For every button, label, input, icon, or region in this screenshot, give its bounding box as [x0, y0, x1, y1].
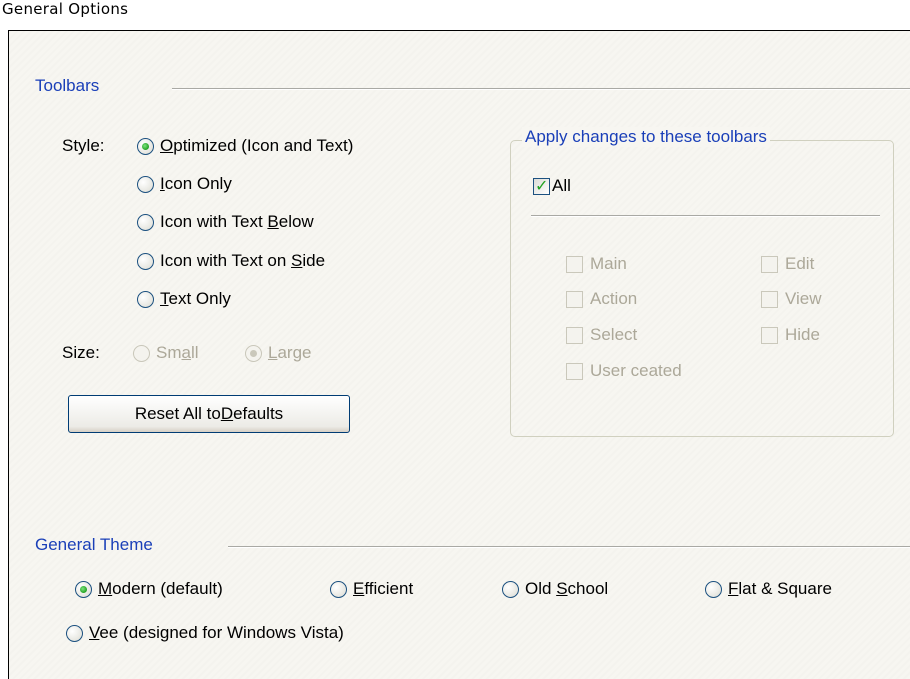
label-text: ext Only: [168, 289, 231, 308]
radio-icon[interactable]: [133, 344, 150, 362]
toolbars-divider: [172, 88, 910, 90]
label-text: ide: [302, 251, 326, 270]
label-text: chool: [567, 579, 609, 598]
access-key: B: [267, 212, 279, 231]
label-text: lat & Square: [738, 579, 832, 598]
style-option-label: Icon with Text on Side: [160, 251, 325, 271]
access-key: a: [181, 343, 191, 362]
window-title: General Options: [2, 0, 129, 18]
checkbox-icon[interactable]: [533, 176, 550, 195]
style-option-label: Optimized (Icon and Text): [160, 136, 353, 156]
style-option-label: Text Only: [160, 289, 231, 309]
checkbox-label: Hide: [785, 325, 820, 344]
checkbox-label: Main: [590, 254, 627, 273]
theme-option-label: Modern (default): [98, 579, 223, 599]
radio-icon[interactable]: [137, 213, 154, 231]
apply-group-title: Apply changes to these toolbars: [522, 127, 770, 147]
radio-icon[interactable]: [245, 344, 262, 362]
style-label: Style:: [62, 136, 105, 155]
size-option-large[interactable]: Large: [245, 343, 312, 363]
label-text: ee (designed for Windows Vista): [99, 623, 344, 642]
label-text: Old: [525, 579, 557, 598]
access-key: D: [220, 404, 234, 423]
access-key: V: [89, 623, 100, 642]
theme-option-label: Vee (designed for Windows Vista): [89, 623, 344, 643]
apply-group-divider: [531, 215, 880, 217]
access-key: S: [291, 251, 303, 270]
theme-option-vee[interactable]: Vee (designed for Windows Vista): [66, 623, 344, 643]
style-option-label: Icon Only: [160, 174, 232, 194]
label-text: Icon with Text: [160, 212, 268, 231]
checkbox-select[interactable]: Select: [566, 325, 637, 345]
size-option-small[interactable]: Small: [133, 343, 199, 363]
reset-defaults-button[interactable]: Reset All to Defaults: [68, 395, 350, 433]
theme-option-label: Efficient: [353, 579, 413, 599]
access-key: T: [160, 289, 169, 308]
label-text: odern (default): [112, 579, 223, 598]
checkbox-icon[interactable]: [566, 255, 583, 273]
checkbox-user-created[interactable]: User ceated: [566, 361, 682, 381]
checkbox-view[interactable]: View: [761, 289, 822, 309]
label-text: con Only: [164, 174, 232, 193]
theme-section-label: General Theme: [35, 535, 153, 554]
access-key: E: [353, 579, 365, 598]
radio-icon[interactable]: [705, 580, 722, 598]
size-large-label: Large: [268, 343, 312, 363]
checkbox-all[interactable]: All: [533, 176, 571, 196]
label-text: Icon with Text on: [160, 251, 292, 270]
checkbox-icon[interactable]: [761, 326, 778, 344]
access-key: O: [160, 136, 174, 155]
theme-option-flat-square[interactable]: Flat & Square: [705, 579, 832, 599]
access-key: S: [556, 579, 568, 598]
radio-icon[interactable]: [137, 175, 154, 193]
style-option-label: Icon with Text Below: [160, 212, 314, 232]
checkbox-action[interactable]: Action: [566, 289, 637, 309]
label-text: fficient: [364, 579, 414, 598]
checkbox-icon[interactable]: [761, 290, 778, 308]
theme-option-label: Flat & Square: [728, 579, 832, 599]
radio-icon[interactable]: [75, 580, 92, 598]
checkbox-icon[interactable]: [566, 290, 583, 308]
theme-option-efficient[interactable]: Efficient: [330, 579, 413, 599]
label-text: ll: [190, 343, 199, 362]
theme-option-label: Old School: [525, 579, 608, 599]
radio-icon[interactable]: [137, 252, 154, 270]
checkbox-label: Select: [590, 325, 638, 344]
theme-option-modern[interactable]: Modern (default): [75, 579, 223, 599]
label-text: arge: [277, 343, 312, 362]
theme-divider: [228, 546, 910, 548]
size-small-label: Small: [156, 343, 199, 363]
radio-icon[interactable]: [137, 290, 154, 308]
checkbox-label: View: [785, 289, 822, 308]
label-text: ptimized (Icon and Text): [173, 136, 354, 155]
checkbox-all-label: All: [552, 176, 571, 195]
access-key: F: [728, 579, 739, 598]
style-option-text-below[interactable]: Icon with Text Below: [137, 212, 314, 232]
checkbox-icon[interactable]: [761, 255, 778, 273]
style-option-text-side[interactable]: Icon with Text on Side: [137, 251, 325, 271]
radio-icon[interactable]: [330, 580, 347, 598]
style-option-icon-only[interactable]: Icon Only: [137, 174, 232, 194]
radio-icon[interactable]: [137, 137, 154, 155]
style-option-optimized[interactable]: Optimized (Icon and Text): [137, 136, 353, 156]
checkbox-icon[interactable]: [566, 326, 583, 344]
checkbox-label: Edit: [785, 254, 815, 273]
toolbars-section-label: Toolbars: [35, 76, 100, 95]
checkbox-hide[interactable]: Hide: [761, 325, 820, 345]
checkbox-icon[interactable]: [566, 362, 583, 380]
checkbox-label: User ceated: [590, 361, 682, 380]
style-option-text-only[interactable]: Text Only: [137, 289, 231, 309]
label-text: elow: [278, 212, 314, 231]
checkbox-label: Action: [590, 289, 638, 308]
checkbox-edit[interactable]: Edit: [761, 254, 814, 274]
label-text: Sm: [156, 343, 182, 362]
label-text: efaults: [233, 404, 284, 423]
radio-icon[interactable]: [502, 580, 519, 598]
theme-option-old-school[interactable]: Old School: [502, 579, 608, 599]
radio-icon[interactable]: [66, 624, 83, 642]
access-key: M: [98, 579, 113, 598]
label-text: Reset All to: [134, 404, 221, 423]
checkbox-main[interactable]: Main: [566, 254, 627, 274]
size-label: Size:: [62, 343, 100, 362]
